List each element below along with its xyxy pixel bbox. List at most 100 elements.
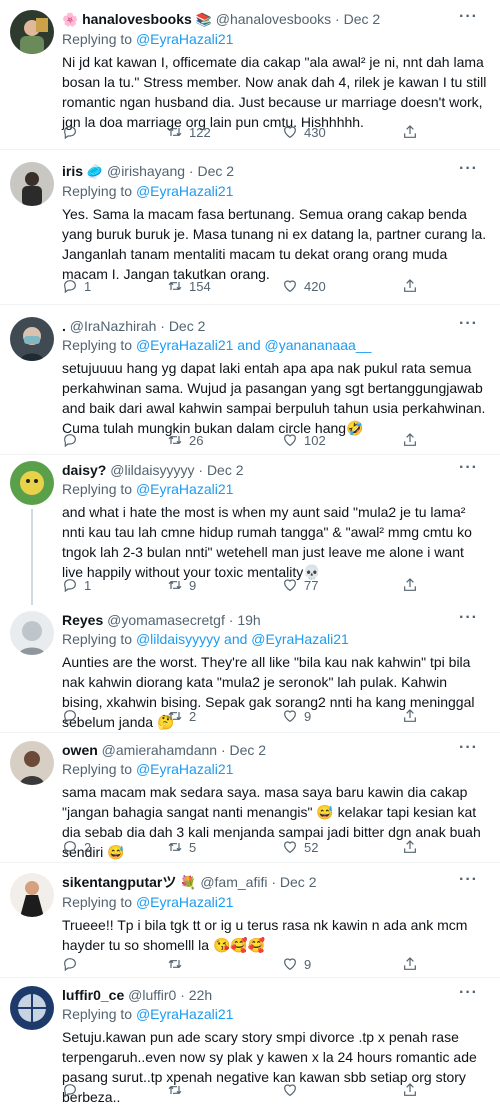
mention-link[interactable]: @EyraHazali21 bbox=[136, 761, 233, 777]
timestamp[interactable]: Dec 2 bbox=[207, 462, 244, 478]
retweet-button[interactable]: 5 bbox=[167, 839, 196, 855]
like-button[interactable]: 9 bbox=[282, 956, 311, 972]
avatar[interactable] bbox=[10, 741, 54, 785]
more-icon[interactable]: ··· bbox=[459, 9, 478, 25]
tweet[interactable]: daisy? @lildaisyyyyy · Dec 2 ··· Replyin… bbox=[0, 455, 500, 605]
more-icon[interactable]: ··· bbox=[459, 161, 478, 177]
like-button[interactable]: 102 bbox=[282, 432, 326, 448]
avatar[interactable] bbox=[10, 461, 54, 505]
timestamp[interactable]: Dec 2 bbox=[169, 318, 206, 334]
retweet-button[interactable]: 122 bbox=[167, 124, 211, 140]
timestamp[interactable]: Dec 2 bbox=[230, 742, 267, 758]
more-icon[interactable]: ··· bbox=[459, 610, 478, 626]
retweet-button[interactable]: 26 bbox=[167, 432, 203, 448]
avatar[interactable] bbox=[10, 611, 54, 655]
display-name[interactable]: daisy? bbox=[62, 462, 106, 478]
more-icon[interactable]: ··· bbox=[459, 872, 478, 888]
reply-button[interactable] bbox=[62, 124, 84, 140]
avatar[interactable] bbox=[10, 317, 54, 361]
heart-icon bbox=[284, 434, 296, 447]
share-button[interactable] bbox=[402, 432, 418, 448]
timestamp[interactable]: Dec 2 bbox=[280, 874, 317, 890]
share-button[interactable] bbox=[402, 124, 418, 140]
share-button[interactable] bbox=[402, 278, 418, 294]
reply-button[interactable]: 1 bbox=[62, 278, 91, 294]
heart-icon bbox=[284, 579, 296, 592]
share-button[interactable] bbox=[402, 708, 418, 724]
handle[interactable]: @lildaisyyyyy bbox=[110, 462, 194, 478]
like-button[interactable]: 77 bbox=[282, 577, 318, 593]
display-name[interactable]: Reyes bbox=[62, 612, 103, 628]
reply-button[interactable] bbox=[62, 956, 84, 972]
reply-button[interactable] bbox=[62, 432, 84, 448]
reply-icon bbox=[64, 280, 76, 294]
heart-icon bbox=[284, 126, 296, 139]
retweet-button[interactable]: 2 bbox=[167, 708, 196, 724]
like-button[interactable]: 420 bbox=[282, 278, 326, 294]
tweet[interactable]: luffir0_ce @luffir0 · 22h ··· Replying t… bbox=[0, 978, 500, 1105]
like-button[interactable]: 52 bbox=[282, 839, 318, 855]
more-icon[interactable]: ··· bbox=[459, 985, 478, 1001]
reply-count: 2 bbox=[84, 839, 92, 855]
display-name[interactable]: hanalovesbooks bbox=[82, 11, 192, 27]
mention-link[interactable]: @EyraHazali21 bbox=[136, 31, 233, 47]
tweet[interactable]: . @IraNazhirah · Dec 2 ··· Replying to @… bbox=[0, 305, 500, 455]
share-button[interactable] bbox=[402, 839, 418, 855]
tweet[interactable]: sikentangputarツ 💐 @fam_afifi · Dec 2 ···… bbox=[0, 863, 500, 978]
share-button[interactable] bbox=[402, 577, 418, 593]
timestamp[interactable]: Dec 2 bbox=[197, 163, 234, 179]
mention-link[interactable]: @EyraHazali21 bbox=[136, 1006, 233, 1022]
mention-link[interactable]: @EyraHazali21 bbox=[136, 481, 233, 497]
reply-button[interactable]: 2 bbox=[62, 839, 91, 855]
replying-to: Replying to @EyraHazali21 bbox=[62, 1005, 488, 1023]
handle[interactable]: @IraNazhirah bbox=[70, 318, 157, 334]
mention-link[interactable]: @lildaisyyyyy and @EyraHazali21 bbox=[136, 631, 349, 647]
handle[interactable]: @yomamasecretgf bbox=[107, 612, 225, 628]
reply-button[interactable] bbox=[62, 708, 84, 724]
mention-link[interactable]: @EyraHazali21 bbox=[136, 183, 233, 199]
tweet[interactable]: owen @amierahamdann · Dec 2 ··· Replying… bbox=[0, 733, 500, 863]
tweet-text: Ni jd kat kawan I, officemate dia cakap … bbox=[62, 54, 487, 130]
mention-link[interactable]: @EyraHazali21 bbox=[136, 894, 233, 910]
like-button[interactable]: 9 bbox=[282, 708, 311, 724]
avatar[interactable] bbox=[10, 10, 54, 54]
handle[interactable]: @luffir0 bbox=[128, 987, 176, 1003]
like-button[interactable]: 430 bbox=[282, 124, 326, 140]
heart-icon bbox=[284, 710, 296, 723]
tweet[interactable]: Reyes @yomamasecretgf · 19h ··· Replying… bbox=[0, 605, 500, 733]
retweet-button[interactable] bbox=[167, 1082, 189, 1098]
display-name[interactable]: owen bbox=[62, 742, 98, 758]
avatar[interactable] bbox=[10, 873, 54, 917]
share-button[interactable] bbox=[402, 956, 418, 972]
more-icon[interactable]: ··· bbox=[459, 460, 478, 476]
retweet-button[interactable]: 154 bbox=[167, 278, 211, 294]
handle[interactable]: @fam_afifi bbox=[200, 874, 267, 890]
avatar[interactable] bbox=[10, 986, 54, 1030]
tweet[interactable]: 🌸 hanalovesbooks 📚 @hanalovesbooks · Dec… bbox=[0, 0, 500, 150]
more-icon[interactable]: ··· bbox=[459, 316, 478, 332]
timestamp[interactable]: 19h bbox=[237, 612, 260, 628]
display-name[interactable]: sikentangputarツ bbox=[62, 874, 176, 890]
handle[interactable]: @amierahamdann bbox=[102, 742, 217, 758]
reply-button[interactable] bbox=[62, 1082, 84, 1098]
reply-button[interactable]: 1 bbox=[62, 577, 91, 593]
share-button[interactable] bbox=[402, 1082, 418, 1098]
handle[interactable]: @irishayang bbox=[107, 163, 185, 179]
separator-dot: · bbox=[220, 742, 226, 758]
display-name[interactable]: . bbox=[62, 318, 66, 334]
retweet-button[interactable] bbox=[167, 956, 189, 972]
timestamp[interactable]: 22h bbox=[189, 987, 212, 1003]
display-name[interactable]: iris bbox=[62, 163, 83, 179]
like-count: 102 bbox=[304, 432, 326, 448]
replying-label: Replying to bbox=[62, 183, 133, 199]
like-button[interactable] bbox=[282, 1082, 304, 1098]
avatar[interactable] bbox=[10, 162, 54, 206]
tweet-text: Aunties are the worst. They're all like … bbox=[62, 654, 475, 730]
display-name[interactable]: luffir0_ce bbox=[62, 987, 124, 1003]
handle[interactable]: @hanalovesbooks bbox=[216, 11, 331, 27]
retweet-button[interactable]: 9 bbox=[167, 577, 196, 593]
timestamp[interactable]: Dec 2 bbox=[344, 11, 381, 27]
tweet[interactable]: iris 🥏 @irishayang · Dec 2 ··· Replying … bbox=[0, 150, 500, 305]
more-icon[interactable]: ··· bbox=[459, 740, 478, 756]
mention-link[interactable]: @EyraHazali21 and @yanananaaa__ bbox=[136, 337, 371, 353]
